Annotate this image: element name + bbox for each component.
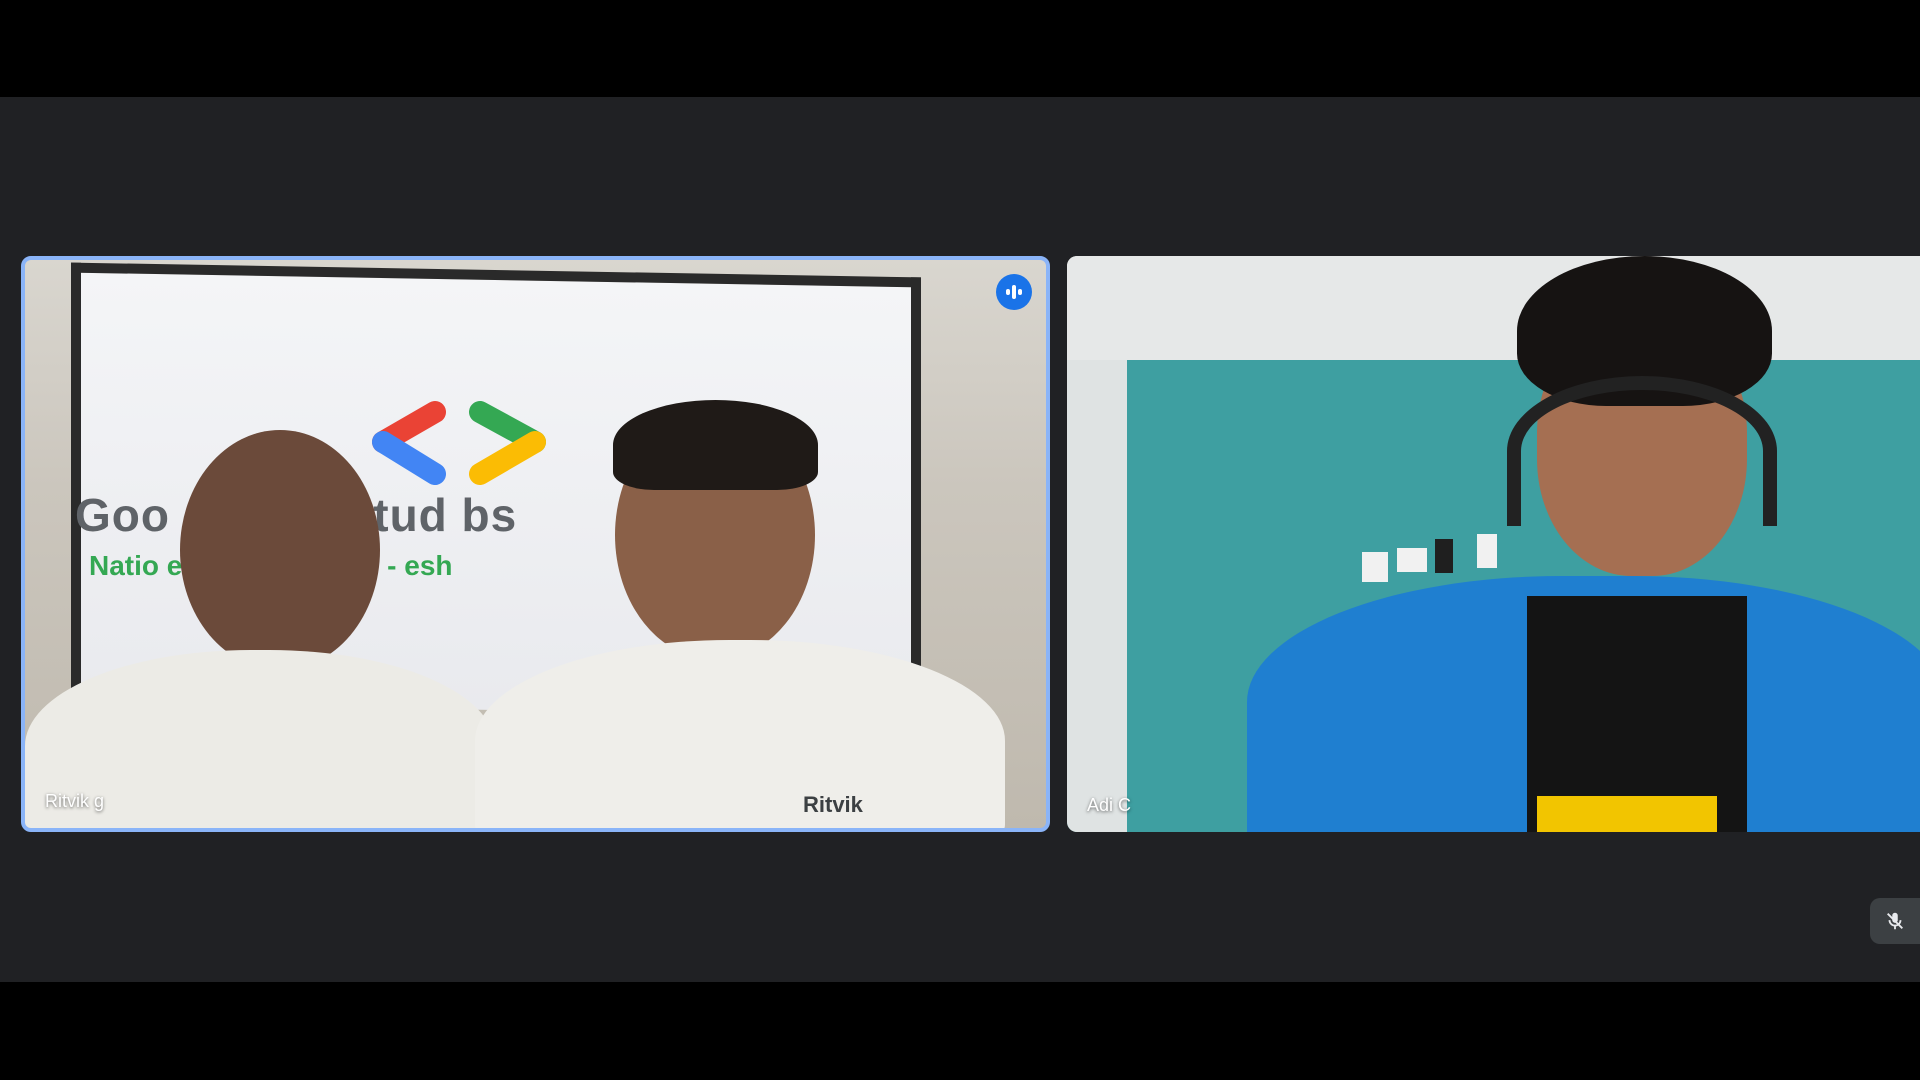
participant-name-label: Adi C [1087,795,1132,815]
letterbox-top [0,0,1920,97]
audio-level-icon [1006,285,1022,299]
ceiling [1067,256,1920,360]
tshirt-graphic [1537,796,1717,832]
mic-toggle-button[interactable] [1870,898,1920,944]
wall-plate [1477,534,1497,568]
wall-left [1067,360,1127,832]
participant-name-label: Ritvik g [45,791,105,811]
letterbox-bottom [0,982,1920,1080]
wall-plate [1362,552,1388,582]
person-right-body [475,640,1005,828]
shirt-text: Ritvik [803,792,863,817]
headset [1507,376,1777,526]
speaking-indicator [996,274,1032,310]
person-right-hair [613,400,818,490]
participant-tile-ritvik[interactable]: Goo eloper Stud bs Natio e of Technology… [21,256,1050,832]
wall-plate [1397,548,1427,572]
participant-tile-adi[interactable]: Adi C [1067,256,1920,832]
person-left [180,430,380,670]
wall-plate [1435,539,1453,573]
gdsc-logo-icon [372,401,546,485]
mic-off-icon [1887,912,1903,930]
